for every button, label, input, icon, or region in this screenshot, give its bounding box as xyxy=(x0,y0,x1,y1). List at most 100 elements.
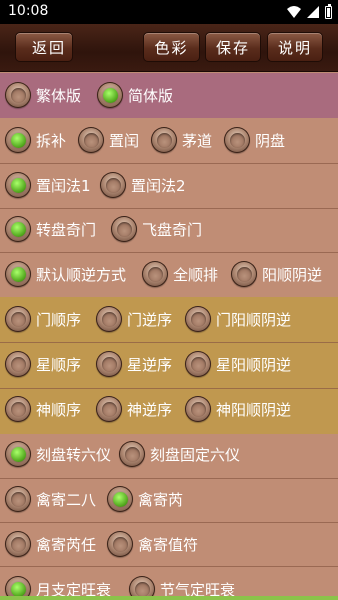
radio-button[interactable] xyxy=(78,127,104,153)
radio-button[interactable] xyxy=(185,396,211,422)
radio-unchecked-indicator xyxy=(112,536,128,552)
radio-button[interactable] xyxy=(151,127,177,153)
radio-button[interactable] xyxy=(5,261,31,287)
radio-button[interactable] xyxy=(5,82,31,108)
option-zhirun-1[interactable]: 置闰法1 xyxy=(5,172,91,198)
option-god-yang-yin[interactable]: 神阳顺阴逆 xyxy=(185,396,291,422)
radio-button[interactable] xyxy=(119,441,145,467)
option-label: 禽寄芮 xyxy=(138,490,184,509)
radio-checked-indicator xyxy=(10,266,26,282)
radio-button[interactable] xyxy=(107,531,133,557)
radio-unchecked-indicator xyxy=(10,491,26,507)
radio-button[interactable] xyxy=(5,351,31,377)
radio-button[interactable] xyxy=(100,172,126,198)
option-label: 飞盘奇门 xyxy=(142,220,203,239)
radio-button[interactable] xyxy=(5,216,31,242)
radio-button[interactable] xyxy=(5,172,31,198)
option-zhirun-2[interactable]: 置闰法2 xyxy=(100,172,186,198)
radio-checked-indicator xyxy=(112,491,128,507)
radio-unchecked-indicator xyxy=(190,356,206,372)
option-door-reverse[interactable]: 门逆序 xyxy=(96,306,172,332)
save-button[interactable]: 保存 xyxy=(205,32,261,62)
radio-unchecked-indicator xyxy=(190,311,206,327)
option-label: 神顺序 xyxy=(36,400,82,419)
radio-button[interactable] xyxy=(5,441,31,467)
option-label: 禽寄值符 xyxy=(138,535,199,554)
radio-unchecked-indicator xyxy=(10,536,26,552)
option-label: 茅道 xyxy=(182,131,213,150)
radio-button[interactable] xyxy=(185,306,211,332)
radio-button[interactable] xyxy=(231,261,257,287)
wifi-icon xyxy=(287,6,301,18)
option-rotate-liuyi[interactable]: 刻盘转六仪 xyxy=(5,441,111,467)
divider xyxy=(0,478,338,479)
option-label: 繁体版 xyxy=(36,86,82,105)
option-default-order[interactable]: 默认顺逆方式 xyxy=(5,261,126,287)
option-label: 置闰法2 xyxy=(131,176,186,195)
radio-unchecked-indicator xyxy=(101,356,117,372)
option-god-forward[interactable]: 神顺序 xyxy=(5,396,81,422)
help-button[interactable]: 说明 xyxy=(267,32,323,62)
radio-button[interactable] xyxy=(5,396,31,422)
option-label: 禽寄芮任 xyxy=(36,535,97,554)
option-simplified[interactable]: 简体版 xyxy=(97,82,173,108)
option-yinpan[interactable]: 阴盘 xyxy=(224,127,285,153)
radio-button[interactable] xyxy=(111,216,137,242)
option-all-forward[interactable]: 全顺排 xyxy=(142,261,218,287)
radio-unchecked-indicator xyxy=(10,311,26,327)
signal-icon xyxy=(307,6,319,18)
status-time: 10:08 xyxy=(8,3,49,19)
option-maodao[interactable]: 茅道 xyxy=(151,127,212,153)
back-button[interactable]: 返回 xyxy=(15,32,73,62)
option-label: 门阳顺阴逆 xyxy=(216,310,292,329)
radio-checked-indicator xyxy=(10,132,26,148)
option-star-reverse[interactable]: 星逆序 xyxy=(96,351,172,377)
divider xyxy=(0,163,338,164)
option-feipan[interactable]: 飞盘奇门 xyxy=(111,216,202,242)
option-chaibu[interactable]: 拆补 xyxy=(5,127,66,153)
option-door-yang-yin[interactable]: 门阳顺阴逆 xyxy=(185,306,291,332)
radio-button[interactable] xyxy=(97,82,123,108)
option-label: 门顺序 xyxy=(36,310,82,329)
radio-button[interactable] xyxy=(5,531,31,557)
color-button[interactable]: 色彩 xyxy=(143,32,200,62)
option-zhuanpan[interactable]: 转盘奇门 xyxy=(5,216,96,242)
option-label: 禽寄二八 xyxy=(36,490,97,509)
radio-button[interactable] xyxy=(107,486,133,512)
radio-button[interactable] xyxy=(185,351,211,377)
radio-unchecked-indicator xyxy=(10,87,26,103)
option-star-yang-yin[interactable]: 星阳顺阴逆 xyxy=(185,351,291,377)
option-label: 拆补 xyxy=(36,131,67,150)
radio-button[interactable] xyxy=(142,261,168,287)
option-qin-ji-rui[interactable]: 禽寄芮 xyxy=(107,486,183,512)
option-god-reverse[interactable]: 神逆序 xyxy=(96,396,172,422)
radio-unchecked-indicator xyxy=(156,132,172,148)
divider xyxy=(0,566,338,567)
option-traditional[interactable]: 繁体版 xyxy=(5,82,81,108)
option-star-forward[interactable]: 星顺序 xyxy=(5,351,81,377)
option-qin-ji-erba[interactable]: 禽寄二八 xyxy=(5,486,96,512)
toolbar: 返回 色彩 保存 说明 xyxy=(0,24,338,72)
radio-button[interactable] xyxy=(5,127,31,153)
radio-button[interactable] xyxy=(96,351,122,377)
radio-button[interactable] xyxy=(224,127,250,153)
option-zhirun[interactable]: 置闰 xyxy=(78,127,139,153)
option-fixed-liuyi[interactable]: 刻盘固定六仪 xyxy=(119,441,240,467)
radio-checked-indicator xyxy=(10,446,26,462)
radio-button[interactable] xyxy=(5,306,31,332)
radio-button[interactable] xyxy=(5,486,31,512)
option-qin-ji-zhifu[interactable]: 禽寄值符 xyxy=(107,531,198,557)
radio-checked-indicator xyxy=(10,221,26,237)
option-label: 全顺排 xyxy=(173,265,219,284)
status-bar: 10:08 xyxy=(0,0,338,24)
radio-button[interactable] xyxy=(96,396,122,422)
option-label: 阳顺阴逆 xyxy=(262,265,323,284)
radio-button[interactable] xyxy=(96,306,122,332)
radio-unchecked-indicator xyxy=(236,266,252,282)
radio-unchecked-indicator xyxy=(83,132,99,148)
option-qin-ji-rui-ren[interactable]: 禽寄芮任 xyxy=(5,531,96,557)
radio-unchecked-indicator xyxy=(105,177,121,193)
option-yang-forward-yin-reverse[interactable]: 阳顺阴逆 xyxy=(231,261,322,287)
option-door-forward[interactable]: 门顺序 xyxy=(5,306,81,332)
radio-unchecked-indicator xyxy=(10,401,26,417)
